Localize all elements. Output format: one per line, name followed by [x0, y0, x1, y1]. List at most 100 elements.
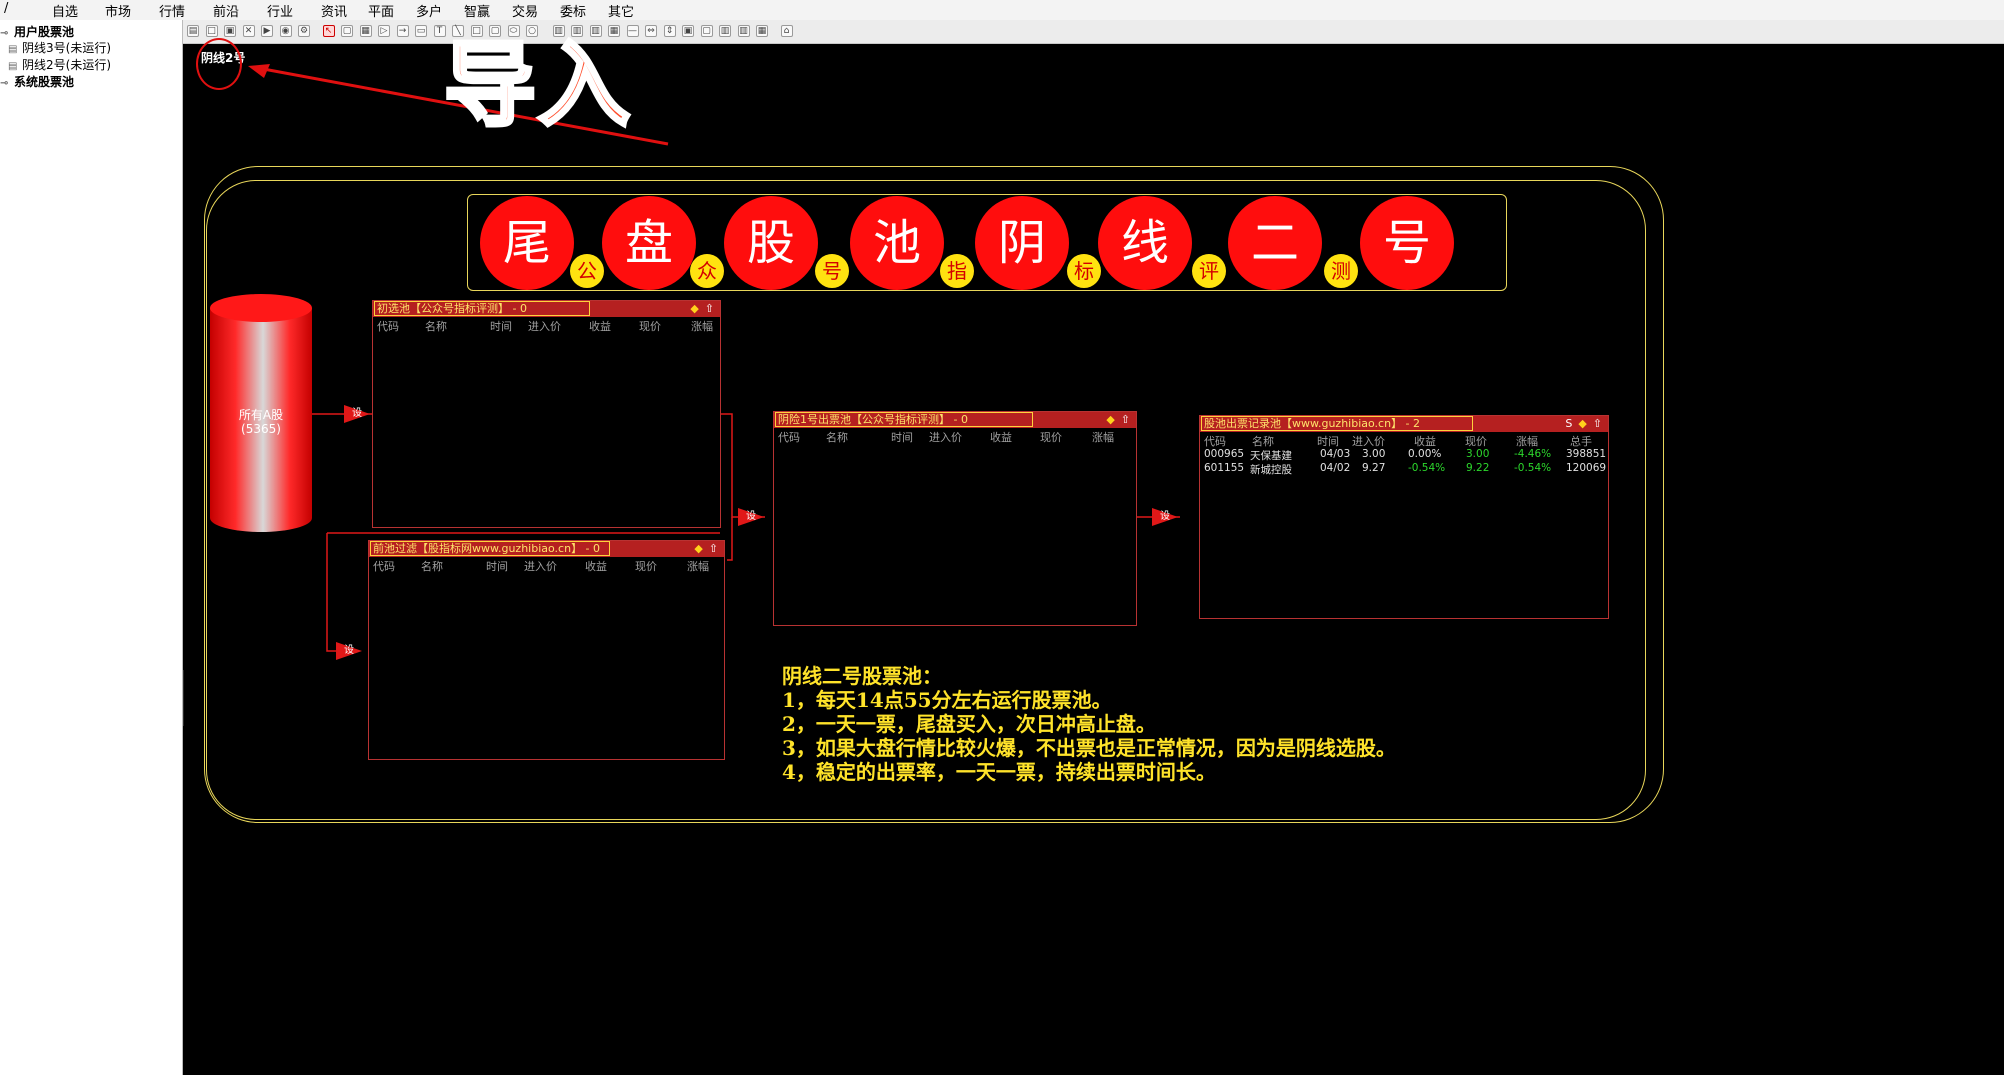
column-header[interactable]: 进入价: [524, 558, 557, 574]
column-header[interactable]: 代码: [1204, 433, 1226, 449]
set-node-2[interactable]: 设: [736, 506, 766, 528]
panel-yinxian-pool[interactable]: 阴险1号出票池【公众号指标评测】 - 0 ◆ ⇧ 代码 名称 时间 进入价 收益 现价 涨幅: [773, 411, 1137, 626]
panel-record-pool[interactable]: 股池出票记录池【www.guzhibiao.cn】 - 2 S ◆ ⇧ 代码 名称 时间…: [1199, 415, 1609, 619]
delete-icon[interactable]: ✕: [242, 25, 255, 37]
rectangle-icon[interactable]: □: [205, 25, 218, 37]
panel-title-bar[interactable]: 初选池【公众号指标评测】 - 0 ◆ ⇧: [373, 301, 720, 317]
pin-icon[interactable]: ⇧: [709, 542, 718, 555]
banner-small-char: 号: [815, 254, 849, 288]
column-header[interactable]: 进入价: [929, 429, 962, 445]
window-icon[interactable]: ▭: [415, 25, 427, 37]
panel-title-bar[interactable]: 股池出票记录池【www.guzhibiao.cn】 - 2 S ◆ ⇧: [1200, 416, 1608, 432]
diamond-icon[interactable]: ◆: [1578, 417, 1586, 430]
column-header[interactable]: 代码: [373, 558, 395, 574]
column-header[interactable]: 名称: [826, 429, 848, 445]
panel-title: 股池出票记录池【www.guzhibiao.cn】 - 2: [1201, 416, 1473, 431]
all-a-shares-source[interactable]: 所有A股 (5365): [210, 294, 312, 534]
menu-item-shichang[interactable]: 市场: [105, 1, 131, 20]
record-icon[interactable]: ◉: [279, 25, 292, 37]
panel-title-bar[interactable]: 阴险1号出票池【公众号指标评测】 - 0 ◆ ⇧: [774, 412, 1136, 428]
distribute-h-icon[interactable]: ⇔: [645, 25, 657, 37]
banner-big-char: 股: [724, 196, 818, 290]
column-header[interactable]: 收益: [1414, 433, 1436, 449]
tree-node-yinxian2[interactable]: ▤ 阴线2号(未运行): [8, 56, 111, 73]
set-node-3[interactable]: 设: [334, 640, 364, 662]
column-header[interactable]: 时间: [490, 318, 512, 334]
menu-item-zhiying[interactable]: 智赢: [464, 1, 490, 20]
menu-item-duohu[interactable]: 多户: [416, 1, 442, 20]
front-icon[interactable]: ▥: [719, 25, 731, 37]
column-header[interactable]: 总手: [1570, 433, 1592, 449]
diamond-icon[interactable]: ◆: [1106, 413, 1114, 426]
panel-title-bar[interactable]: 前池过滤【股指标网www.guzhibiao.cn】 - 0 ◆ ⇧: [369, 541, 724, 557]
menu-item-hangqing[interactable]: 行情: [159, 1, 185, 20]
column-header[interactable]: 收益: [990, 429, 1012, 445]
cell-change: -0.54%: [1514, 462, 1552, 474]
column-header[interactable]: 涨幅: [687, 558, 709, 574]
column-header[interactable]: 时间: [486, 558, 508, 574]
column-header[interactable]: 名称: [1252, 433, 1274, 449]
menu-item-qita[interactable]: 其它: [608, 1, 634, 20]
cell-name: 天保基建: [1250, 450, 1292, 462]
group-icon[interactable]: ▣: [682, 25, 694, 37]
column-header[interactable]: 代码: [778, 429, 800, 445]
tree-node-system-pool[interactable]: ⊸ 系统股票池: [0, 73, 74, 90]
column-header[interactable]: 现价: [635, 558, 657, 574]
square-icon[interactable]: ▢: [341, 25, 353, 37]
diamond-icon[interactable]: ◆: [690, 302, 698, 315]
grid-icon[interactable]: ▦: [756, 25, 768, 37]
panel-initial-pool[interactable]: 初选池【公众号指标评测】 - 0 ◆ ⇧ 代码 名称 时间 进入价 收益 现价 涨幅: [372, 300, 721, 528]
table-row[interactable]: 601155 新城控股 04/02 9.27 -0.54% 9.22 -0.54% 12006…: [1200, 462, 1608, 476]
panel-pre-filter[interactable]: 前池过滤【股指标网www.guzhibiao.cn】 - 0 ◆ ⇧ 代码 名称 时间…: [368, 540, 725, 760]
column-header[interactable]: 现价: [1465, 433, 1487, 449]
column-header[interactable]: 涨幅: [691, 318, 713, 334]
tree-node-yinxian3[interactable]: ▤ 阴线3号(未运行): [8, 39, 111, 56]
banner-big-char: 阴: [975, 196, 1069, 290]
play-icon[interactable]: ▶: [261, 25, 273, 37]
table-row[interactable]: 000965 天保基建 04/03 3.00 0.00% 3.00 -4.46% 398851: [1200, 448, 1608, 462]
column-header[interactable]: 时间: [1317, 433, 1339, 449]
back-icon[interactable]: ▥: [737, 25, 750, 37]
cell-entry: 9.27: [1362, 462, 1386, 474]
copy-icon[interactable]: ▣: [224, 25, 236, 37]
column-header[interactable]: 现价: [639, 318, 661, 334]
home-icon[interactable]: ⌂: [780, 25, 793, 37]
cell-time: 04/02: [1320, 462, 1351, 474]
column-header[interactable]: 涨幅: [1092, 429, 1114, 445]
column-header[interactable]: 涨幅: [1516, 433, 1538, 449]
column-header[interactable]: 收益: [585, 558, 607, 574]
settings-icon[interactable]: ⚙: [298, 25, 310, 37]
s-icon[interactable]: S: [1565, 417, 1572, 430]
column-header[interactable]: 名称: [421, 558, 443, 574]
set-node-1[interactable]: 设: [342, 403, 372, 425]
menu-item-zixun[interactable]: 资讯: [321, 1, 347, 20]
menu-item-hangye[interactable]: 行业: [267, 1, 293, 20]
menu-item-jiaoyi[interactable]: 交易: [512, 1, 538, 20]
column-header[interactable]: 收益: [589, 318, 611, 334]
list-icon[interactable]: ▦: [359, 25, 372, 37]
banner-small-char: 标: [1067, 254, 1101, 288]
banner-big-char: 盘: [602, 196, 696, 290]
pin-icon[interactable]: ⇧: [1121, 413, 1130, 426]
diamond-icon[interactable]: ◆: [694, 542, 702, 555]
column-header[interactable]: 现价: [1040, 429, 1062, 445]
menu-item-zixuan[interactable]: 自选: [52, 1, 78, 20]
ungroup-icon[interactable]: ▢: [700, 25, 713, 37]
column-header[interactable]: 进入价: [1352, 433, 1385, 449]
column-header[interactable]: 代码: [377, 318, 399, 334]
menu-item-qianyan[interactable]: 前沿: [213, 1, 239, 20]
select-icon[interactable]: ↖: [322, 25, 335, 37]
doc-icon[interactable]: ▤: [187, 25, 199, 37]
play-outline-icon[interactable]: ▷: [378, 25, 390, 37]
set-node-4[interactable]: 设: [1150, 506, 1180, 528]
menu-item-weibiao[interactable]: 委标: [560, 1, 586, 20]
tree-node-user-pool[interactable]: ⊸ 用户股票池: [0, 23, 74, 40]
column-header[interactable]: 时间: [891, 429, 913, 445]
pin-icon[interactable]: ⇧: [705, 302, 714, 315]
menu-item-pingmian[interactable]: 平面: [368, 1, 394, 20]
column-header[interactable]: 名称: [425, 318, 447, 334]
distribute-v-icon[interactable]: ⇕: [663, 25, 676, 37]
pin-icon[interactable]: ⇧: [1593, 417, 1602, 430]
column-header[interactable]: 进入价: [528, 318, 561, 334]
arrow-right-icon[interactable]: →: [396, 25, 409, 37]
